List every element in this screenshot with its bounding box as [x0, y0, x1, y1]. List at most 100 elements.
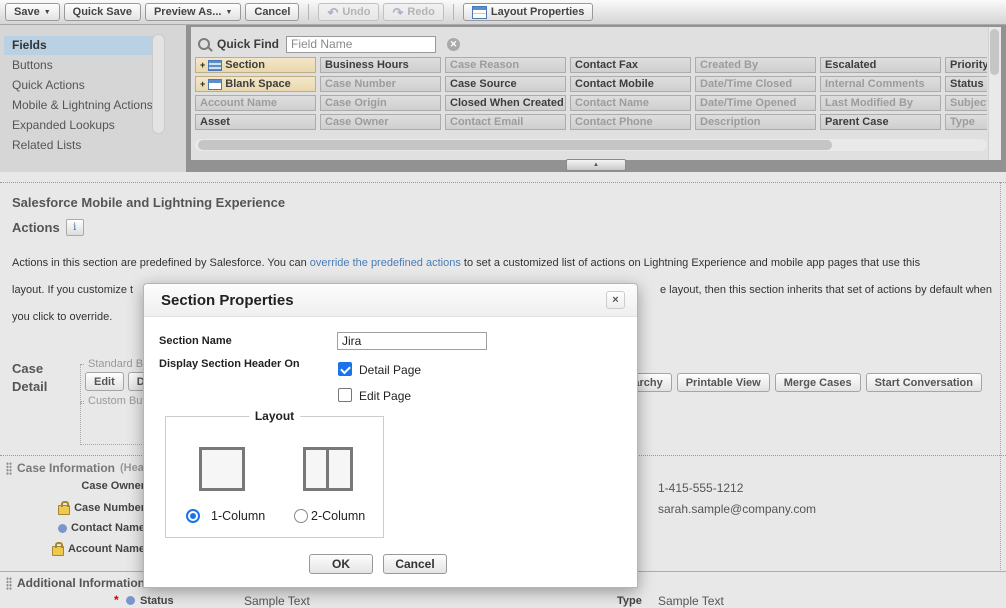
toolbar: Save▼ Quick Save Preview As...▼ Cancel ↶…	[0, 0, 1006, 25]
edit-button[interactable]: Edit	[85, 372, 124, 391]
sidebar-item-expanded-lookups[interactable]: Expanded Lookups	[4, 116, 158, 135]
plus-icon: +	[200, 61, 205, 70]
layout-legend: Layout	[249, 409, 300, 423]
one-column-radio[interactable]	[186, 509, 200, 523]
case-information-title: Case Information	[17, 461, 115, 475]
actions-note-line3: you click to override.	[12, 311, 112, 323]
additional-information-title: Additional Information	[17, 576, 145, 590]
palette-item[interactable]: Escalated	[820, 57, 941, 73]
palette-grid: +Section +Blank Space Account Name Asset…	[195, 57, 987, 133]
drag-handle-icon[interactable]	[6, 577, 12, 590]
palette-column: +Section +Blank Space Account Name Asset	[195, 57, 316, 133]
plus-icon: +	[200, 80, 205, 89]
undo-button: ↶Undo	[318, 3, 379, 21]
palette-column: Escalated Internal Comments Last Modifie…	[820, 57, 941, 133]
palette-column: Priority Status Subject Type	[945, 57, 987, 133]
canvas-top-border	[0, 182, 1006, 183]
layout-properties-button[interactable]: Layout Properties	[463, 3, 594, 21]
sidebar-item-mobile-lightning-actions[interactable]: Mobile & Lightning Actions	[4, 96, 158, 115]
preview-as-button[interactable]: Preview As...▼	[145, 3, 241, 21]
palette-item: Subject	[945, 95, 987, 111]
palette-item[interactable]: Contact Mobile	[570, 76, 691, 92]
lock-icon	[58, 505, 70, 515]
palette-horizontal-scrollbar[interactable]	[195, 139, 987, 151]
palette-item: Case Origin	[320, 95, 441, 111]
type-field-label: Type	[617, 595, 642, 607]
start-conversation-button[interactable]: Start Conversation	[866, 373, 982, 392]
palette-item: Case Owner	[320, 114, 441, 130]
field-case-number[interactable]: Case Number	[6, 501, 145, 515]
two-column-radio[interactable]	[294, 509, 308, 523]
quick-save-button[interactable]: Quick Save	[64, 3, 141, 21]
palette-item: Account Name	[195, 95, 316, 111]
two-column-preview	[303, 447, 353, 491]
additional-information-header[interactable]: Additional Information	[6, 576, 145, 590]
sidebar-item-buttons[interactable]: Buttons	[4, 56, 158, 75]
scrollbar-thumb[interactable]	[198, 140, 832, 150]
dialog-cancel-button[interactable]: Cancel	[383, 554, 447, 574]
quick-find-input[interactable]	[286, 36, 436, 53]
field-account-name[interactable]: Account Name	[6, 542, 145, 556]
one-column-preview	[199, 447, 245, 491]
palette-item[interactable]: Closed When Created	[445, 95, 566, 111]
clear-search-icon[interactable]: ✕	[447, 38, 460, 51]
field-contact-name[interactable]: Contact Name	[6, 522, 145, 534]
toolbar-divider	[453, 4, 454, 20]
blank-space-icon	[208, 79, 222, 90]
palette-item: Created By	[695, 57, 816, 73]
sidebar-item-related-lists[interactable]: Related Lists	[4, 136, 158, 155]
toolbar-divider	[308, 4, 309, 20]
merge-cases-button[interactable]: Merge Cases	[775, 373, 861, 392]
detail-page-label: Detail Page	[359, 363, 421, 377]
display-section-header-label: Display Section Header On	[159, 358, 300, 370]
palette-item: Case Reason	[445, 57, 566, 73]
close-icon[interactable]: ×	[606, 291, 625, 309]
quick-find-bar: Quick Find ✕	[191, 27, 1001, 55]
one-column-label: 1-Column	[211, 509, 265, 523]
chevron-up-icon: ▲	[593, 162, 599, 168]
actions-subtitle: Actions	[12, 220, 60, 235]
palette-item-section[interactable]: +Section	[195, 57, 316, 73]
ok-button[interactable]: OK	[309, 554, 373, 574]
field-case-owner[interactable]: Case Owner	[6, 480, 145, 492]
edit-page-checkbox[interactable]	[338, 388, 352, 402]
palette-panel: Fields Buttons Quick Actions Mobile & Li…	[0, 24, 1006, 172]
palette-item[interactable]: Priority	[945, 57, 987, 73]
palette-item[interactable]: Status	[945, 76, 987, 92]
palette-item: Case Number	[320, 76, 441, 92]
drag-handle-icon[interactable]	[6, 462, 12, 475]
sidebar-scrollbar[interactable]	[152, 34, 165, 134]
cancel-button[interactable]: Cancel	[245, 3, 299, 21]
detail-page-checkbox[interactable]	[338, 362, 352, 376]
palette-item: Contact Name	[570, 95, 691, 111]
palette-item[interactable]: Asset	[195, 114, 316, 130]
edit-page-label: Edit Page	[359, 389, 411, 403]
palette-item[interactable]: Case Source	[445, 76, 566, 92]
redo-button: ↷Redo	[383, 3, 443, 21]
palette-item[interactable]: Parent Case	[820, 114, 941, 130]
palette-item-blank-space[interactable]: +Blank Space	[195, 76, 316, 92]
sidebar-item-quick-actions[interactable]: Quick Actions	[4, 76, 158, 95]
chevron-down-icon: ▼	[44, 9, 51, 16]
printable-view-button[interactable]: Printable View	[677, 373, 770, 392]
actions-note-line2-right: e layout, then this section inherits tha…	[660, 284, 992, 296]
palette-vertical-scrollbar[interactable]	[988, 27, 1001, 160]
redo-icon: ↷	[392, 6, 403, 19]
dialog-header[interactable]: Section Properties ×	[144, 284, 637, 317]
palette-frame: Quick Find ✕ +Section +Blank Space Accou…	[186, 24, 1006, 172]
palette-item[interactable]: Contact Fax	[570, 57, 691, 73]
palette-item[interactable]: Business Hours	[320, 57, 441, 73]
sidebar-item-fields[interactable]: Fields	[4, 36, 158, 55]
page-layout-editor: { "toolbar": { "save": "Save","quick_sav…	[0, 0, 1006, 603]
palette-column: Business Hours Case Number Case Origin C…	[320, 57, 441, 133]
mobile-lightning-actions-subtitle-row: Actions i	[12, 219, 84, 236]
field-dot-icon	[58, 524, 67, 533]
info-icon[interactable]: i	[66, 219, 84, 236]
sample-phone-value: 1-415-555-1212	[658, 481, 743, 495]
save-button[interactable]: Save▼	[5, 3, 60, 21]
override-predefined-actions-link[interactable]: override the predefined actions	[310, 257, 461, 269]
palette-collapse-handle[interactable]: ▲	[566, 159, 626, 171]
section-name-input[interactable]	[337, 332, 487, 350]
scrollbar-thumb[interactable]	[990, 29, 999, 75]
required-marker: *	[114, 593, 119, 607]
